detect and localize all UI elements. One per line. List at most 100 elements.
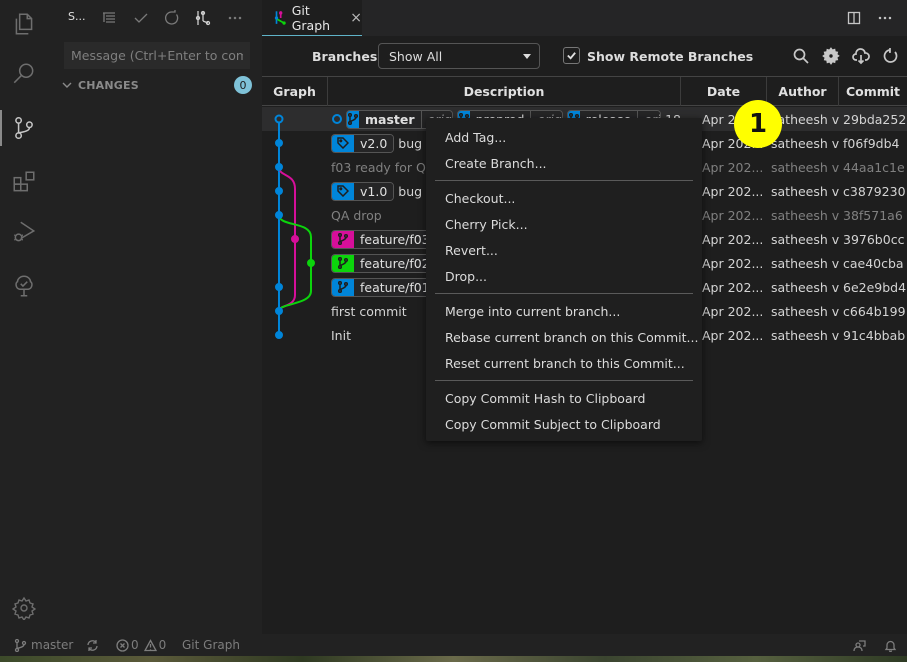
refresh-button[interactable] (881, 46, 901, 66)
ref-name: master (359, 110, 421, 128)
activity-bar (0, 0, 48, 634)
commit-node[interactable] (275, 211, 283, 219)
tag-label[interactable]: v2.0 (331, 133, 395, 153)
run-debug-icon (14, 221, 36, 242)
commit-commit: 44aa1c1e (843, 159, 905, 175)
git-graph-controls: Branches: Show All Show Remote Branches (262, 36, 907, 76)
sync-icon (87, 639, 98, 651)
activity-testing[interactable] (0, 262, 48, 310)
view-as-tree-button[interactable] (100, 9, 118, 27)
branch-label[interactable]: feature/f02 (331, 253, 437, 273)
context-menu-item[interactable]: Cherry Pick... (426, 211, 702, 237)
commit-author: satheesh v (771, 231, 840, 247)
changes-section-header[interactable]: CHANGES 0 (60, 76, 252, 94)
changes-count-badge: 0 (234, 76, 252, 94)
show-remote-branches-checkbox[interactable] (563, 47, 580, 64)
head-commit-indicator (332, 114, 342, 124)
source-control-icon (15, 116, 33, 140)
status-sync[interactable] (86, 637, 99, 653)
context-menu-item[interactable]: Checkout... (426, 185, 702, 211)
search-icon (13, 63, 34, 84)
commit-commit: 6e2e9bd4 (843, 279, 907, 295)
context-menu-item[interactable]: Merge into current branch... (426, 298, 702, 324)
ref-name: feature/f02 (354, 254, 436, 272)
status-problems[interactable]: 0 0 (116, 637, 166, 653)
column-header-description[interactable]: Description (328, 77, 681, 106)
git-branch-icon (332, 254, 354, 272)
commit-author: satheesh v (771, 159, 840, 175)
commit-node[interactable] (275, 331, 283, 339)
tag-label[interactable]: v1.0 (331, 181, 395, 201)
branch-label[interactable]: feature/f03 (331, 229, 437, 249)
commit-message-input[interactable] (64, 42, 250, 69)
commit-message: f03 ready for QA (331, 159, 435, 175)
status-notifications[interactable] (884, 637, 897, 653)
manage-settings-button[interactable] (0, 586, 48, 630)
commit-node[interactable] (275, 163, 283, 171)
commit-date: Apr 202... (702, 231, 764, 247)
commit-commit: c3879230 (843, 183, 906, 199)
commit-message: QA drop (331, 207, 382, 223)
commit-node[interactable] (275, 307, 283, 315)
close-icon[interactable]: × (350, 10, 362, 26)
annotation-marker: 1 (734, 100, 782, 148)
checkmark-icon (567, 52, 576, 60)
context-menu-item[interactable]: Revert... (426, 237, 702, 263)
more-actions-button[interactable] (226, 9, 244, 27)
repo-settings-button[interactable] (821, 46, 841, 66)
commit-context-menu: Add Tag... Create Branch... Checkout... Che… (426, 118, 702, 441)
head-commit-node[interactable] (274, 114, 284, 124)
context-menu-item[interactable]: Copy Commit Hash to Clipboard (426, 385, 702, 411)
commit-commit: 3976b0cc (843, 231, 905, 247)
editor-more-button[interactable] (876, 9, 894, 27)
commit-node[interactable] (275, 139, 283, 147)
error-icon (116, 638, 129, 652)
status-branch[interactable]: master (14, 637, 73, 653)
cloud-download-icon (852, 48, 870, 65)
activity-source-control[interactable] (0, 104, 48, 152)
desktop-wallpaper (0, 656, 907, 662)
branches-selected-value: Show All (389, 49, 443, 64)
branches-label: Branches: (312, 49, 383, 64)
column-header-commit[interactable]: Commit (839, 77, 907, 106)
status-git-graph[interactable]: Git Graph (182, 637, 240, 653)
activity-explorer[interactable] (0, 0, 48, 48)
activity-extensions[interactable] (0, 158, 48, 206)
commit-node[interactable] (275, 187, 283, 195)
column-header-author[interactable]: Author (767, 77, 839, 106)
error-count: 0 (131, 638, 139, 652)
status-feedback[interactable] (853, 637, 866, 653)
activity-search[interactable] (0, 50, 48, 98)
commit-node[interactable] (275, 283, 283, 291)
tag-icon (332, 182, 354, 200)
context-menu-item[interactable]: Create Branch... (426, 150, 702, 176)
branch-label[interactable]: feature/f01 (331, 277, 437, 297)
branches-dropdown[interactable]: Show All (378, 43, 540, 69)
commit-commit: 91c4bbab (843, 327, 906, 343)
context-menu-item[interactable]: Copy Commit Subject to Clipboard (426, 411, 702, 437)
refresh-button[interactable] (163, 9, 181, 27)
column-header-graph[interactable]: Graph (262, 77, 328, 106)
context-menu-item[interactable]: Reset current branch to this Commit... (426, 350, 702, 376)
context-menu-item[interactable]: Drop... (426, 263, 702, 289)
open-git-graph-button[interactable] (194, 9, 212, 27)
ref-name: feature/f03 (354, 230, 436, 248)
activity-run-debug[interactable] (0, 208, 48, 256)
commit-date: Apr 202... (702, 327, 764, 343)
commit-date: Apr 202... (702, 279, 764, 295)
more-icon (878, 16, 892, 20)
tab-git-graph[interactable]: Git Graph × (262, 0, 362, 36)
commit-node[interactable] (307, 259, 315, 267)
caret-down-icon (523, 54, 531, 59)
context-menu-item[interactable]: Add Tag... (426, 124, 702, 150)
show-remote-branches-label[interactable]: Show Remote Branches (587, 49, 753, 64)
commit-button[interactable] (132, 9, 150, 27)
fetch-button[interactable] (851, 46, 871, 66)
split-editor-button[interactable] (845, 9, 863, 27)
changes-label: CHANGES (78, 78, 139, 92)
more-icon (228, 16, 242, 20)
commit-node[interactable] (291, 235, 299, 243)
files-icon (15, 13, 33, 35)
find-button[interactable] (791, 46, 811, 66)
context-menu-item[interactable]: Rebase current branch on this Commit... (426, 324, 702, 350)
